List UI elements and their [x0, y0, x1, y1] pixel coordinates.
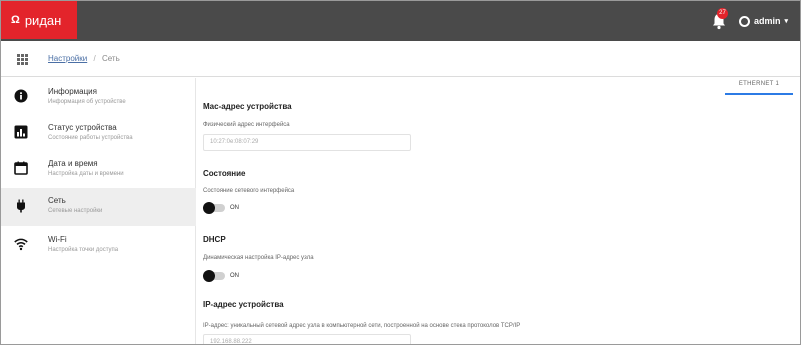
sidebar: Информация Информация об устройстве Стат… — [1, 78, 196, 344]
breadcrumb-current: Сеть — [101, 54, 120, 63]
mac-section-title: Mac-адрес устройства — [203, 102, 292, 111]
grid-menu-icon[interactable] — [17, 54, 28, 65]
ip-field-label: IP-адрес: уникальный сетевой адрес узла … — [203, 323, 521, 329]
ip-section-title: IP-адрес устройства — [203, 300, 284, 309]
sidebar-item-date-time[interactable]: Дата и время Настройка даты и времени — [1, 152, 196, 188]
toggle-knob — [203, 270, 215, 282]
mac-field-label: Физический адрес интерфейса — [203, 122, 290, 128]
sidebar-item-title: Статус устройства — [48, 123, 117, 132]
sidebar-item-wifi[interactable]: Wi-Fi Настройка точки доступа — [1, 228, 196, 264]
sidebar-item-subtitle: Состояние работы устройства — [48, 135, 133, 141]
ethernet-plug-icon — [17, 199, 25, 213]
notification-badge: 27 — [717, 8, 728, 19]
network-settings-panel: ETHERNET 1 Mac-адрес устройства Физическ… — [197, 78, 800, 344]
notifications-button[interactable]: 27 — [711, 8, 728, 30]
app-window: Ω ридан 27 admin ▾ Настройки / Сеть Инфо… — [0, 0, 801, 345]
sidebar-item-title: Сеть — [48, 196, 66, 205]
chevron-down-icon: ▾ — [784, 18, 789, 25]
sidebar-item-title: Дата и время — [48, 159, 98, 168]
tab-ethernet-1[interactable]: ETHERNET 1 — [725, 78, 793, 95]
calendar-icon — [14, 161, 28, 175]
breadcrumb-bar: Настройки / Сеть — [1, 41, 800, 77]
dhcp-section-title: DHCP — [203, 235, 226, 244]
sidebar-item-subtitle: Настройка даты и времени — [48, 171, 124, 177]
dhcp-toggle-label: ON — [230, 273, 239, 279]
sidebar-item-title: Информация — [48, 87, 97, 96]
breadcrumb-link-settings[interactable]: Настройки — [48, 54, 87, 63]
user-menu-button[interactable]: admin ▾ — [739, 13, 788, 29]
mac-address-field[interactable]: 10:27:0e:08:07:29 — [203, 134, 411, 151]
dhcp-toggle[interactable] — [203, 270, 225, 282]
sidebar-item-device-status[interactable]: Статус устройства Состояние работы устро… — [1, 116, 196, 152]
breadcrumb: Настройки / Сеть — [48, 54, 120, 63]
brand-mark-icon: Ω — [11, 14, 20, 26]
sidebar-item-subtitle: Информация об устройстве — [48, 99, 126, 105]
top-bar: Ω ридан 27 admin ▾ — [1, 1, 800, 41]
info-icon — [14, 89, 28, 103]
breadcrumb-separator: / — [93, 54, 96, 63]
brand-name: ридан — [24, 12, 62, 28]
wifi-icon — [14, 238, 28, 251]
status-chart-icon — [14, 125, 28, 139]
dhcp-field-label: Динамическая настройка IP-адрес узла — [203, 255, 314, 261]
brand-logo[interactable]: Ω ридан — [1, 1, 77, 39]
sidebar-item-info[interactable]: Информация Информация об устройстве — [1, 80, 196, 116]
sidebar-item-subtitle: Настройка точки доступа — [48, 247, 119, 253]
sidebar-item-subtitle: Сетевые настройки — [48, 208, 103, 214]
ip-address-field[interactable]: 192.168.88.222 — [203, 334, 411, 344]
user-name: admin — [754, 16, 781, 26]
interface-state-toggle-label: ON — [230, 205, 239, 211]
sidebar-item-title: Wi-Fi — [48, 235, 67, 244]
toggle-knob — [203, 202, 215, 214]
sidebar-item-network[interactable]: Сеть Сетевые настройки — [1, 188, 196, 226]
interface-state-toggle[interactable] — [203, 202, 225, 214]
state-section-title: Состояние — [203, 169, 246, 178]
user-avatar-icon — [739, 15, 750, 27]
state-field-label: Состояние сетевого интерфейса — [203, 188, 295, 194]
